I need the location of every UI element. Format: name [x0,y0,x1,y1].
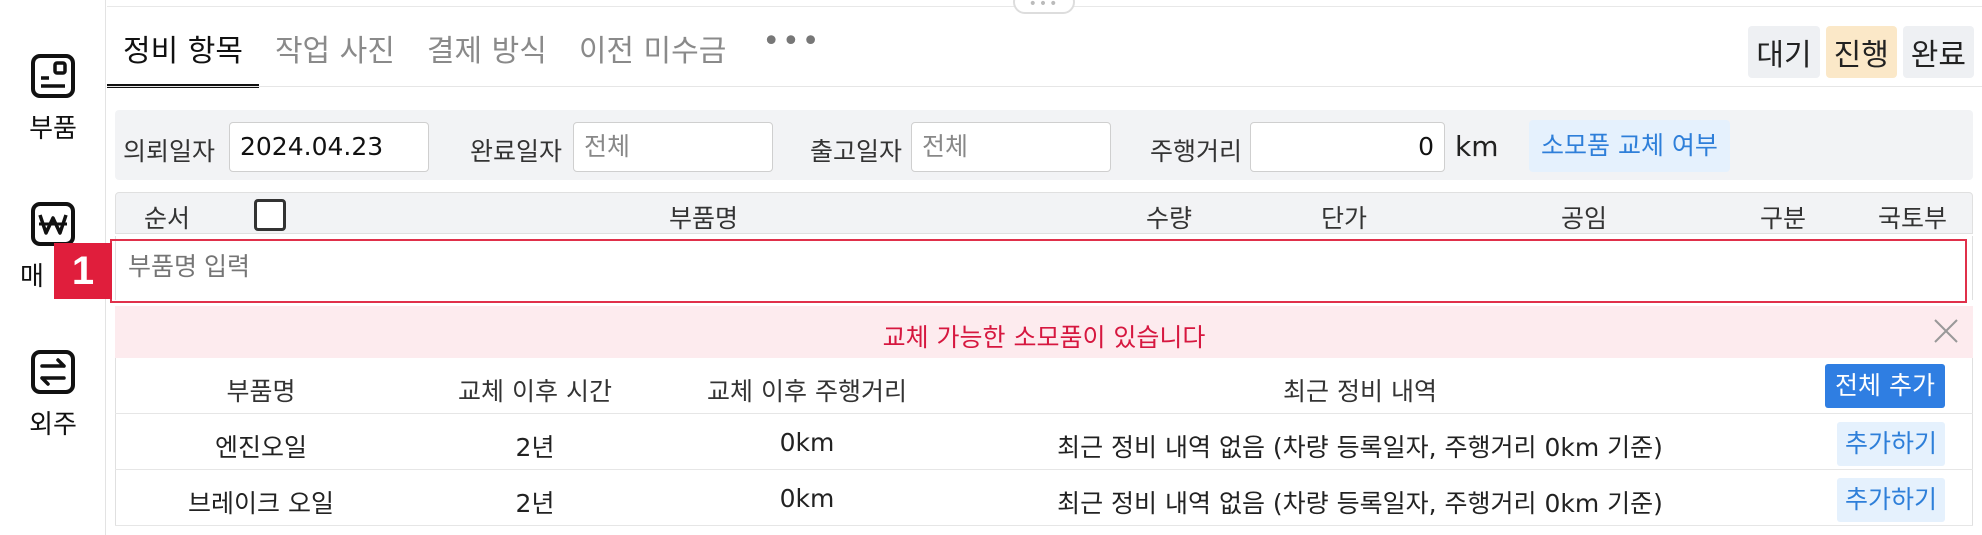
sidebar-item-label: 외주 [29,410,77,440]
cell-part-name: 엔진오일 [214,433,308,462]
consumable-replace-toggle[interactable]: 소모품 교체 여부 [1529,120,1730,172]
consumables-table: 부품명 교체 이후 시간 교체 이후 주행거리 최근 정비 내역 전체 추가 엔… [115,358,1973,526]
divider [115,358,116,413]
mileage-field[interactable]: 0 [1250,122,1445,172]
status-wait-button[interactable]: 대기 [1748,26,1820,78]
tab-bar: 정비 항목 작업 사진 결제 방식 이전 미수금 ••• [107,18,841,88]
table-row: 엔진오일 2년 0km 최근 정비 내역 없음 (차량 등록일자, 주행거리 0… [115,414,1973,470]
divider [115,414,116,469]
consumable-alert: 교체 가능한 소모품이 있습니다 [115,306,1973,358]
column-header-labor: 공임 [1561,204,1608,233]
drag-dots-icon: ••• [1028,0,1060,12]
divider [1972,358,1973,413]
sidebar-item-label-cut: ⋯ [0,0,106,8]
alert-message: 교체 가능한 소모품이 있습니다 [882,323,1206,352]
parts-table-header: 순서 부품명 수량 단가 공임 구분 국토부 [115,192,1973,234]
status-selector: 대기 진행 완료 [1748,26,1974,78]
mileage-unit: km [1455,130,1499,163]
sidebar-item-label: 부품 [29,114,77,144]
annotation-marker: 1 [54,243,112,299]
sidebar-item-parts[interactable]: 부품 [0,52,106,145]
outsource-icon [31,350,75,394]
mileage-label: 주행거리 [1150,137,1243,166]
resize-handle[interactable]: ••• [1013,0,1075,14]
column-header-name: 부품명 [669,204,739,233]
table-row: 브레이크 오일 2년 0km 최근 정비 내역 없음 (차량 등록일자, 주행거… [115,470,1973,526]
release-date-field[interactable]: 전체 [911,122,1111,172]
main-panel: ••• 정비 항목 작업 사진 결제 방식 이전 미수금 ••• 대기 진행 완… [107,0,1982,535]
column-header-distance-since: 교체 이후 주행거리 [707,377,907,406]
consumables-header: 부품명 교체 이후 시간 교체 이후 주행거리 최근 정비 내역 전체 추가 [115,358,1973,414]
column-header-category: 구분 [1760,204,1807,233]
won-icon [31,202,75,246]
status-done-button[interactable]: 완료 [1902,26,1974,78]
tab-work-photos[interactable]: 작업 사진 [259,18,411,88]
column-header-qty: 수량 [1146,204,1193,233]
tab-payment-method[interactable]: 결제 방식 [411,18,563,88]
column-header-recent: 최근 정비 내역 [1283,377,1437,406]
request-date-field[interactable]: 2024.04.23 [229,122,429,172]
release-date-label: 출고일자 [810,137,903,166]
add-item-button[interactable]: 추가하기 [1836,422,1945,466]
cell-time-since: 2년 [515,433,555,462]
complete-date-field[interactable]: 전체 [573,122,773,172]
column-header-unit-price: 단가 [1321,204,1368,233]
divider [1972,470,1973,525]
cell-time-since: 2년 [515,489,555,518]
select-all-checkbox[interactable] [254,199,286,231]
part-name-input[interactable] [118,239,1970,295]
complete-date-label: 완료일자 [470,137,563,166]
parts-icon [31,54,75,98]
divider [1972,414,1973,469]
part-input-row [115,236,1973,300]
add-all-button[interactable]: 전체 추가 [1825,364,1945,408]
cell-distance-since: 0km [779,484,835,513]
cell-recent-history: 최근 정비 내역 없음 (차량 등록일자, 주행거리 0km 기준) [1057,433,1663,462]
column-header-ministry: 국토부 [1878,204,1948,233]
cell-distance-since: 0km [779,428,835,457]
add-item-button[interactable]: 추가하기 [1836,478,1945,522]
cell-recent-history: 최근 정비 내역 없음 (차량 등록일자, 주행거리 0km 기준) [1057,489,1663,518]
cell-part-name: 브레이크 오일 [188,489,334,518]
column-header-order: 순서 [144,204,191,233]
tab-maintenance-items[interactable]: 정비 항목 [107,18,259,88]
divider [115,470,116,525]
sidebar-item-outsource[interactable]: 외주 [0,348,106,441]
status-progress-button[interactable]: 진행 [1825,26,1897,78]
tab-previous-receivables[interactable]: 이전 미수금 [563,18,743,88]
more-tabs-icon[interactable]: ••• [742,18,841,59]
close-icon[interactable] [1929,314,1963,348]
divider [107,86,1982,87]
filter-row: 의뢰일자 2024.04.23 완료일자 전체 출고일자 전체 주행거리 0 k… [115,110,1973,180]
column-header-name: 부품명 [226,377,296,406]
request-date-label: 의뢰일자 [123,137,216,166]
column-header-time-since: 교체 이후 시간 [458,377,612,406]
